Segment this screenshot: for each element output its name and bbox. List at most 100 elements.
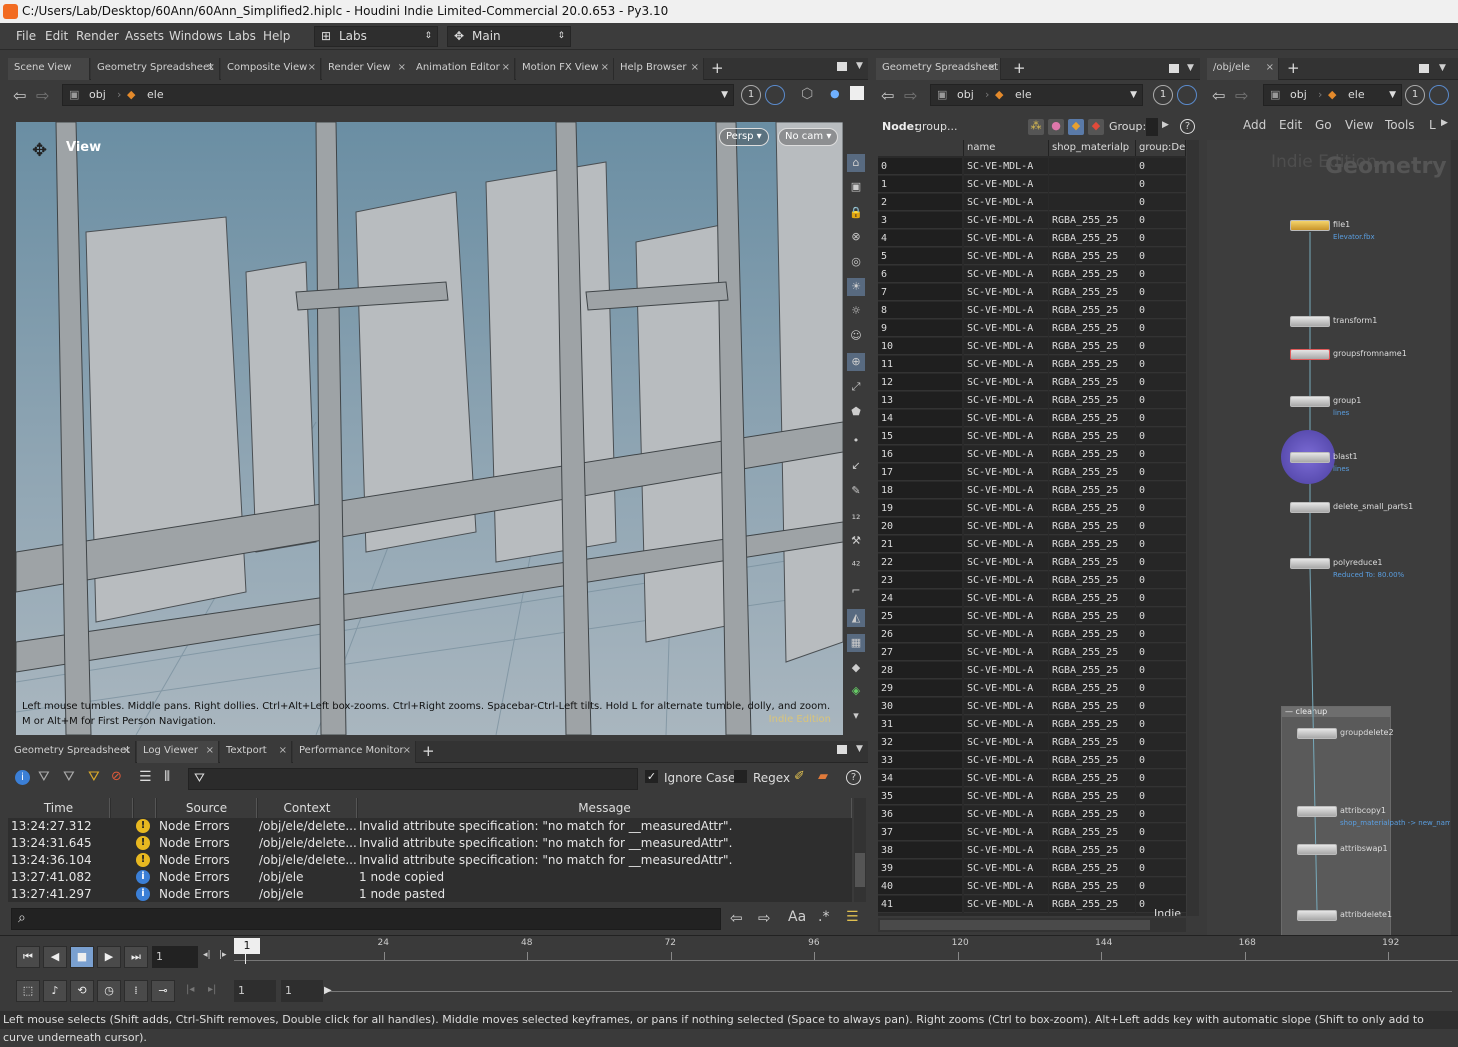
add-tab-icon[interactable]: +: [1287, 59, 1300, 77]
spreadsheet-row[interactable]: 39 SC-VE-MDL-A RGBA_255_25 0: [878, 860, 1186, 878]
spreadsheet-row[interactable]: 12 SC-VE-MDL-A RGBA_255_25 0: [878, 374, 1186, 392]
key-options-icon[interactable]: ⊸: [151, 980, 175, 1002]
clear-icon[interactable]: ⊘: [111, 769, 122, 784]
corner-icon[interactable]: ⌐: [847, 582, 865, 600]
play-backward-button[interactable]: ◀: [43, 946, 67, 968]
lock-icon[interactable]: 🔒: [847, 204, 865, 222]
loop-icon[interactable]: ⟲: [70, 980, 94, 1002]
backface-icon[interactable]: ◈: [847, 682, 865, 700]
snap-icon[interactable]: ⊕: [847, 353, 865, 371]
options-icon[interactable]: ☰: [846, 909, 859, 925]
frame-input[interactable]: 1: [152, 946, 198, 968]
pin-index[interactable]: 1: [1405, 85, 1425, 105]
regex-icon[interactable]: .*: [818, 909, 829, 925]
spreadsheet-row[interactable]: 18 SC-VE-MDL-A RGBA_255_25 0: [878, 482, 1186, 500]
edge-icon[interactable]: ↙: [847, 457, 865, 475]
forward-arrow-icon[interactable]: ⇨: [36, 86, 49, 105]
col-message[interactable]: Message: [358, 798, 852, 818]
link-icon[interactable]: [765, 85, 785, 105]
network-scrollbar[interactable]: [1451, 140, 1458, 936]
spreadsheet-row[interactable]: 0 SC-VE-MDL-A 0: [878, 158, 1186, 176]
audio-icon[interactable]: ♪: [43, 980, 67, 1002]
range-start-input[interactable]: 1: [234, 980, 276, 1002]
tab-help-browser[interactable]: Help Browser ×: [614, 58, 704, 80]
network-menu-tools[interactable]: Tools: [1385, 118, 1415, 132]
maximize-icon[interactable]: [1169, 64, 1179, 73]
network-menu-edit[interactable]: Edit: [1279, 118, 1302, 132]
primitives-icon[interactable]: ◆: [1068, 119, 1084, 135]
scrollbar-thumb[interactable]: [880, 920, 1150, 930]
range-slider-handle[interactable]: ▶: [324, 985, 332, 996]
menu-labs[interactable]: Labs: [228, 29, 256, 43]
log-row[interactable]: 13:27:41.297 i Node Errors/obj/ele 1 node p…: [8, 886, 852, 903]
log-row[interactable]: 13:27:41.082 i Node Errors/obj/ele 1 node c…: [8, 869, 852, 886]
spreadsheet-row[interactable]: 40 SC-VE-MDL-A RGBA_255_25 0: [878, 878, 1186, 896]
menu-edit[interactable]: Edit: [45, 29, 68, 43]
tab-geometry-spreadsheet-3[interactable]: Geometry Spreadsheet ×: [876, 58, 1001, 80]
go-to-end-button[interactable]: ⏭: [124, 946, 148, 968]
step-back-icon[interactable]: ◂|: [203, 950, 211, 960]
spreadsheet-row[interactable]: 17 SC-VE-MDL-A RGBA_255_25 0: [878, 464, 1186, 482]
spreadsheet-network-path[interactable]: ▣ obj › ◆ ele ▼: [930, 84, 1143, 106]
col-flag[interactable]: [111, 798, 133, 818]
spreadsheet-row[interactable]: 19 SC-VE-MDL-A RGBA_255_25 0: [878, 500, 1186, 518]
spreadsheet-row[interactable]: 28 SC-VE-MDL-A RGBA_255_25 0: [878, 662, 1186, 680]
add-tab-icon[interactable]: +: [1013, 59, 1026, 77]
node-polyreduce1[interactable]: [1290, 558, 1330, 569]
spreadsheet-row[interactable]: 21 SC-VE-MDL-A RGBA_255_25 0: [878, 536, 1186, 554]
log-row[interactable]: 13:24:27.312! Node Errors/obj/ele/delete.…: [8, 818, 852, 835]
spreadsheet-row[interactable]: 24 SC-VE-MDL-A RGBA_255_25 0: [878, 590, 1186, 608]
spreadsheet-row[interactable]: 10 SC-VE-MDL-A RGBA_255_25 0: [878, 338, 1186, 356]
spreadsheet-row[interactable]: 37 SC-VE-MDL-A RGBA_255_25 0: [878, 824, 1186, 842]
col-source[interactable]: Source: [157, 798, 257, 818]
frame-icon[interactable]: ▣: [847, 178, 865, 196]
node-blast1[interactable]: [1290, 452, 1330, 463]
network-node-path[interactable]: ▣ obj › ◆ ele ▼: [1263, 84, 1402, 106]
scene-viewport[interactable]: ✥ View Persp ▾ No cam ▾ Left mouse tumbl…: [16, 122, 843, 735]
vertex-number-icon[interactable]: ⁴²: [847, 557, 865, 575]
vertices-icon[interactable]: ●: [1048, 119, 1064, 135]
node-attribswap1[interactable]: [1297, 844, 1337, 855]
forward-arrow-icon[interactable]: ⇨: [1235, 86, 1248, 105]
spreadsheet-row[interactable]: 36 SC-VE-MDL-A RGBA_255_25 0: [878, 806, 1186, 824]
pen-icon[interactable]: ✎: [847, 482, 865, 500]
maximize-icon[interactable]: [1419, 64, 1429, 73]
spreadsheet-row[interactable]: 34 SC-VE-MDL-A RGBA_255_25 0: [878, 770, 1186, 788]
col-shop-materialpath[interactable]: shop_materialp: [1049, 140, 1136, 156]
link-icon[interactable]: [1177, 85, 1197, 105]
spreadsheet-row[interactable]: 7 SC-VE-MDL-A RGBA_255_25 0: [878, 284, 1186, 302]
col-group[interactable]: group:De: [1136, 140, 1186, 156]
no-cam-button[interactable]: No cam ▾: [778, 128, 839, 146]
spreadsheet-hscrollbar[interactable]: [878, 918, 1186, 932]
spreadsheet-row[interactable]: 35 SC-VE-MDL-A RGBA_255_25 0: [878, 788, 1186, 806]
regex-checkbox[interactable]: [734, 770, 747, 783]
spreadsheet-row[interactable]: 30 SC-VE-MDL-A RGBA_255_25 0: [878, 698, 1186, 716]
select-icon[interactable]: ⤢: [847, 378, 865, 396]
spreadsheet-row[interactable]: 9 SC-VE-MDL-A RGBA_255_25 0: [878, 320, 1186, 338]
menu-render[interactable]: Render: [76, 29, 119, 43]
spreadsheet-row[interactable]: 5 SC-VE-MDL-A RGBA_255_25 0: [878, 248, 1186, 266]
play-forward-button[interactable]: ▶: [97, 946, 121, 968]
find-previous-icon[interactable]: ⇦: [730, 909, 743, 927]
range-slider[interactable]: [326, 991, 1452, 992]
tab-render-view[interactable]: Render View ×: [322, 58, 411, 80]
handle-icon[interactable]: ⬟: [847, 403, 865, 421]
maximize-icon[interactable]: [837, 62, 847, 71]
spreadsheet-row[interactable]: 8 SC-VE-MDL-A RGBA_255_25 0: [878, 302, 1186, 320]
range-start-icon[interactable]: |◂: [186, 984, 194, 995]
spreadsheet-row[interactable]: 14 SC-VE-MDL-A RGBA_255_25 0: [878, 410, 1186, 428]
filter-errors-icon[interactable]: ⛛: [88, 769, 100, 785]
node-attribdelete1[interactable]: [1297, 910, 1337, 921]
log-scrollbar[interactable]: [854, 798, 866, 902]
number-icon[interactable]: ₁₂: [847, 507, 865, 525]
group-input[interactable]: [1146, 118, 1158, 136]
points-icon[interactable]: ⁂: [1028, 119, 1044, 135]
pin-index[interactable]: 1: [1153, 85, 1173, 105]
brush-clear-icon[interactable]: ✐: [794, 769, 805, 784]
desktop-dropdown[interactable]: ⊞ Labs ⇕: [314, 26, 438, 47]
spreadsheet-row[interactable]: 20 SC-VE-MDL-A RGBA_255_25 0: [878, 518, 1186, 536]
network-menu-layout[interactable]: L: [1429, 118, 1436, 132]
shading-icon[interactable]: ●: [830, 87, 840, 100]
log-row[interactable]: 13:24:36.104! Node Errors/obj/ele/delete.…: [8, 852, 852, 869]
tab-log-viewer[interactable]: Log Viewer ×: [137, 741, 219, 763]
